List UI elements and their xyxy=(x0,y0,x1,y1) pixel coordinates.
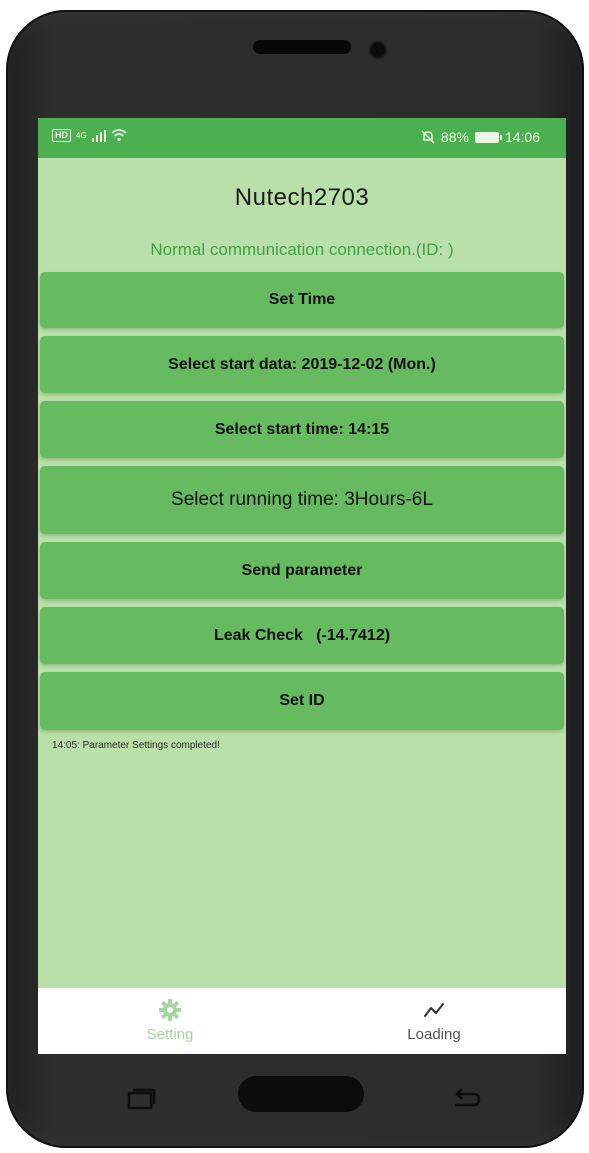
battery-percent: 88% xyxy=(440,129,469,145)
trend-line-icon xyxy=(424,1003,444,1017)
back-arrow-icon[interactable] xyxy=(450,1086,482,1112)
device-title: Nutech2703 xyxy=(234,184,370,211)
gear-icon xyxy=(159,999,181,1021)
phone-body: HD 4G 88% 14:06 Nutech2703 Normal commun… xyxy=(6,10,584,1148)
battery-icon xyxy=(474,131,502,143)
set-id-button[interactable]: Set ID xyxy=(40,672,564,730)
signal-icon xyxy=(91,129,106,142)
recent-apps-icon[interactable] xyxy=(126,1088,156,1110)
send-parameter-button[interactable]: Send parameter xyxy=(40,542,564,599)
earpiece-speaker xyxy=(253,40,351,54)
select-start-time-button[interactable]: Select start time: 14:15 xyxy=(40,401,564,458)
status-bar: HD 4G 88% 14:06 xyxy=(38,118,566,158)
mute-alarm-icon xyxy=(421,130,435,144)
home-button[interactable] xyxy=(238,1076,364,1112)
nav-setting-label: Setting xyxy=(146,1026,194,1043)
network-type-label: 4G xyxy=(76,131,87,140)
select-start-date-button[interactable]: Select start data: 2019-12-02 (Mon.) xyxy=(40,336,564,393)
leak-check-button[interactable]: Leak Check (-14.7412) xyxy=(40,607,564,664)
bottom-navigation: Setting Loading xyxy=(38,988,566,1054)
nav-setting-tab[interactable]: Setting xyxy=(38,988,302,1054)
connection-status: Normal communication connection.(ID: ) xyxy=(150,240,454,259)
status-right: 88% 14:06 xyxy=(421,129,540,145)
clock-time: 14:06 xyxy=(504,129,540,145)
front-camera xyxy=(371,43,385,57)
wifi-icon xyxy=(111,129,127,142)
app-screen: HD 4G 88% 14:06 Nutech2703 Normal commun… xyxy=(38,118,566,1054)
set-time-button[interactable]: Set Time xyxy=(40,272,564,328)
nav-loading-label: Loading xyxy=(407,1026,461,1043)
status-left: HD 4G xyxy=(52,129,127,142)
log-message: 14:05: Parameter Settings completed! xyxy=(52,740,220,751)
nav-loading-tab[interactable]: Loading xyxy=(302,988,566,1054)
select-running-time-button[interactable]: Select running time: 3Hours-6L xyxy=(40,466,564,534)
hd-badge: HD xyxy=(52,129,71,142)
